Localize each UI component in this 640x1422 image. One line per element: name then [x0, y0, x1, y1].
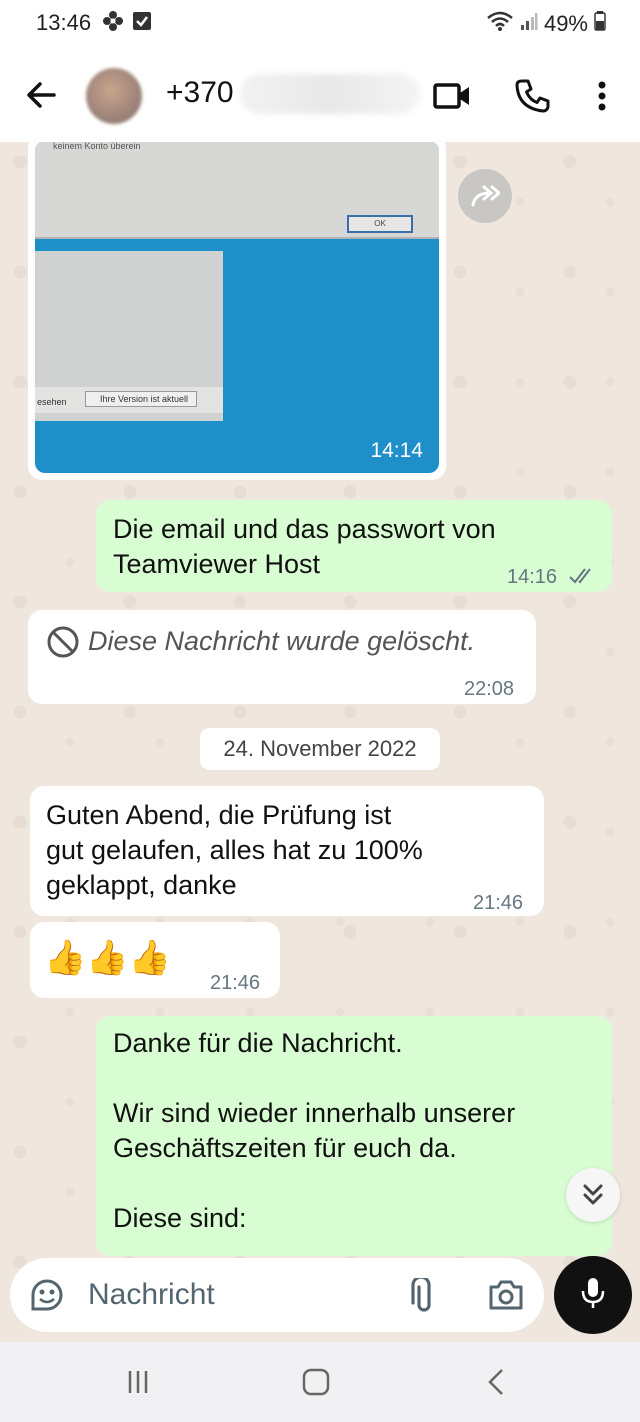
more-options-icon[interactable]: [582, 76, 622, 116]
incoming-message[interactable]: Guten Abend, die Prüfung ist gut gelaufe…: [30, 786, 544, 916]
photo-dialog: keinem Konto überein OK: [35, 142, 439, 239]
message-text-line: Diese sind:: [113, 1203, 247, 1233]
message-composer[interactable]: Nachricht: [10, 1258, 544, 1332]
deleted-text: Diese Nachricht wurde gelöscht.: [88, 626, 476, 656]
flower-icon: [102, 10, 124, 38]
photo-status-right: Ihre Version ist aktuell: [85, 391, 197, 407]
deleted-message[interactable]: Diese Nachricht wurde gelöscht. 22:08: [28, 610, 536, 704]
message-text-line: Wir sind wieder innerhalb unserer: [113, 1098, 516, 1128]
message-time: 14:14: [370, 439, 423, 462]
outgoing-message[interactable]: Danke für die Nachricht. Wir sind wieder…: [96, 1016, 612, 1256]
emoji-message[interactable]: 👍👍👍 21:46: [30, 922, 280, 998]
attach-icon[interactable]: [410, 1275, 438, 1319]
message-text-line: geklappt, danke: [46, 870, 237, 900]
message-input[interactable]: Nachricht: [88, 1278, 215, 1312]
date-divider: 24. November 2022: [200, 728, 440, 770]
phone-icon[interactable]: [512, 76, 552, 116]
message-text-line: Guten Abend, die Prüfung ist: [46, 800, 392, 830]
camera-icon[interactable]: [488, 1278, 524, 1317]
mic-icon: [580, 1276, 606, 1315]
photo-of-screen[interactable]: keinem Konto überein OK esehen Ihre Vers…: [35, 142, 439, 473]
battery-icon: [594, 11, 606, 37]
message-text-line: gut gelaufen, alles hat zu 100%: [46, 835, 423, 865]
back-arrow-icon[interactable]: [22, 76, 60, 114]
wifi-icon: [486, 10, 514, 38]
home-icon[interactable]: [296, 1364, 336, 1400]
message-time: 22:08: [464, 678, 515, 700]
checkbox-icon: [132, 11, 152, 37]
battery-text: 49%: [543, 11, 588, 36]
message-text-line: Geschäftszeiten für euch da.: [113, 1133, 457, 1163]
back-nav-icon[interactable]: [476, 1364, 516, 1400]
double-check-icon: [568, 560, 598, 595]
photo-dialog-text: keinem Konto überein: [53, 142, 141, 151]
scroll-down-button[interactable]: [566, 1168, 620, 1222]
message-time: 21:46: [473, 892, 524, 914]
message-text-line: Danke für die Nachricht.: [113, 1028, 403, 1058]
chat-header: +370: [0, 48, 640, 142]
chat-area[interactable]: keinem Konto überein OK esehen Ihre Vers…: [0, 142, 640, 1342]
message-text-line: Teamviewer Host: [113, 549, 321, 579]
recent-apps-icon[interactable]: [118, 1364, 158, 1400]
photo-ok-button: OK: [347, 215, 413, 233]
photo-statusbar: esehen Ihre Version ist aktuell: [35, 387, 223, 413]
video-call-icon[interactable]: [432, 76, 472, 116]
contact-number[interactable]: +370: [166, 76, 234, 110]
image-message[interactable]: keinem Konto überein OK esehen Ihre Vers…: [28, 142, 446, 480]
avatar[interactable]: [86, 68, 142, 124]
status-bar: 13:46 49%: [0, 0, 640, 48]
sticker-icon[interactable]: [30, 1278, 64, 1317]
message-time: 14:16: [507, 566, 558, 588]
forward-icon[interactable]: [458, 169, 512, 223]
photo-status-left: esehen: [37, 397, 67, 407]
emoji-text: 👍👍👍: [44, 939, 172, 977]
outgoing-message[interactable]: Die email und das passwort von Teamviewe…: [96, 500, 612, 592]
deleted-icon: [46, 625, 80, 668]
status-time: 13:46: [36, 10, 92, 35]
signal-icon: [520, 11, 538, 37]
message-text-line: Die email und das passwort von: [113, 514, 496, 544]
message-time: 21:46: [210, 972, 261, 994]
system-nav-bar: [0, 1342, 640, 1422]
mic-button[interactable]: [554, 1256, 632, 1334]
blurred-contact-name: [240, 74, 420, 114]
